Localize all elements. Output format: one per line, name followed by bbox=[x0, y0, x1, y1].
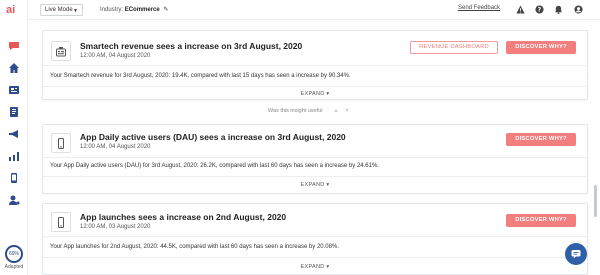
expand-label: EXPAND bbox=[300, 91, 325, 97]
card-divider bbox=[43, 157, 587, 158]
expand-toggle[interactable]: EXPAND ▾ bbox=[43, 91, 587, 97]
user-settings-icon[interactable] bbox=[8, 194, 20, 206]
mobile-icon bbox=[51, 212, 71, 232]
insight-time: 12:00 AM, 03 August 2020 bbox=[80, 224, 151, 230]
mobile-icon bbox=[51, 133, 71, 153]
expand-label: EXPAND bbox=[300, 264, 325, 270]
expand-toggle[interactable]: EXPAND ▾ bbox=[43, 182, 587, 188]
chart-icon[interactable] bbox=[8, 150, 20, 162]
chevron-down-icon: ▾ bbox=[326, 182, 330, 188]
news-icon[interactable] bbox=[8, 84, 20, 96]
insight-card-app-launches: App launches sees a increase on 2nd Augu… bbox=[42, 203, 588, 275]
pencil-icon[interactable]: ✎ bbox=[163, 7, 168, 13]
scrollbar[interactable] bbox=[593, 20, 598, 275]
insight-time: 12:00 AM, 04 August 2020 bbox=[80, 144, 151, 150]
chevron-down-icon: ▾ bbox=[326, 91, 330, 97]
insight-description: Your App Daily active users (DAU) for 3r… bbox=[50, 163, 379, 169]
thumbs-up-icon[interactable]: ▲ bbox=[333, 108, 339, 114]
scrollbar-thumb[interactable] bbox=[594, 185, 597, 217]
help-icon[interactable]: ? bbox=[535, 5, 544, 14]
top-bar: Live Mode ▼ Industry: ECommerce ✎ Send F… bbox=[28, 0, 600, 20]
chat-support-button[interactable] bbox=[565, 243, 587, 265]
mobile-report-icon[interactable] bbox=[8, 172, 20, 184]
chevron-down-icon: ▾ bbox=[326, 264, 330, 270]
insight-description: Your App launches for 2nd August, 2020: … bbox=[50, 244, 339, 250]
adoption-label: Adapted bbox=[4, 264, 24, 270]
insight-title: Smartech revenue sees a increase on 3rd … bbox=[80, 41, 303, 51]
discover-why-button[interactable]: DISCOVER WHY? bbox=[506, 41, 576, 54]
card-divider bbox=[43, 257, 587, 258]
caret-down-icon: ▼ bbox=[73, 8, 78, 14]
insight-card-dau: App Daily active users (DAU) sees a incr… bbox=[42, 124, 588, 194]
industry-selector[interactable]: Industry: ECommerce ✎ bbox=[100, 6, 168, 13]
megaphone-icon[interactable] bbox=[8, 128, 20, 140]
revenue-dashboard-button[interactable]: REVENUE DASHBOARD bbox=[410, 41, 498, 54]
insight-card-revenue: Smartech revenue sees a increase on 3rd … bbox=[42, 30, 588, 100]
brand-logo[interactable]: ai bbox=[6, 4, 22, 18]
insight-time: 12:00 AM, 04 August 2020 bbox=[80, 53, 151, 59]
card-divider bbox=[43, 236, 587, 237]
expand-label: EXPAND bbox=[300, 182, 325, 188]
adoption-meter[interactable]: 69% Adapted bbox=[2, 245, 26, 270]
card-divider bbox=[43, 86, 587, 87]
industry-value: ECommerce bbox=[124, 7, 160, 13]
send-feedback-link[interactable]: Send Feedback bbox=[458, 5, 500, 11]
discover-why-button[interactable]: DISCOVER WHY? bbox=[506, 133, 576, 146]
bell-icon[interactable] bbox=[554, 5, 563, 14]
revenue-icon bbox=[51, 41, 71, 61]
mode-value: Live Mode bbox=[45, 7, 73, 13]
card-divider bbox=[43, 65, 587, 66]
chat-icon[interactable] bbox=[8, 40, 20, 52]
home-icon[interactable] bbox=[8, 62, 20, 74]
insight-description: Your Smartech revenue for 3rd August, 20… bbox=[50, 73, 351, 79]
expand-toggle[interactable]: EXPAND ▾ bbox=[43, 264, 587, 270]
alert-icon[interactable] bbox=[516, 5, 525, 14]
mode-select[interactable]: Live Mode ▼ bbox=[40, 4, 83, 16]
svg-text:?: ? bbox=[538, 7, 542, 14]
insight-title: App launches sees a increase on 2nd Augu… bbox=[80, 212, 287, 222]
document-icon[interactable] bbox=[8, 106, 20, 118]
insight-feedback-prompt: Was this insight useful bbox=[268, 108, 323, 114]
sidebar: ai 69% Adapted bbox=[0, 0, 28, 275]
discover-why-button[interactable]: DISCOVER WHY? bbox=[506, 214, 576, 227]
industry-label: Industry: bbox=[100, 7, 124, 13]
adoption-value: 69% bbox=[5, 245, 23, 263]
chat-icon bbox=[571, 250, 581, 259]
account-icon[interactable] bbox=[574, 5, 583, 14]
insight-title: App Daily active users (DAU) sees a incr… bbox=[80, 132, 346, 142]
thumbs-down-icon[interactable]: ▼ bbox=[344, 108, 350, 114]
card-divider bbox=[43, 176, 587, 177]
